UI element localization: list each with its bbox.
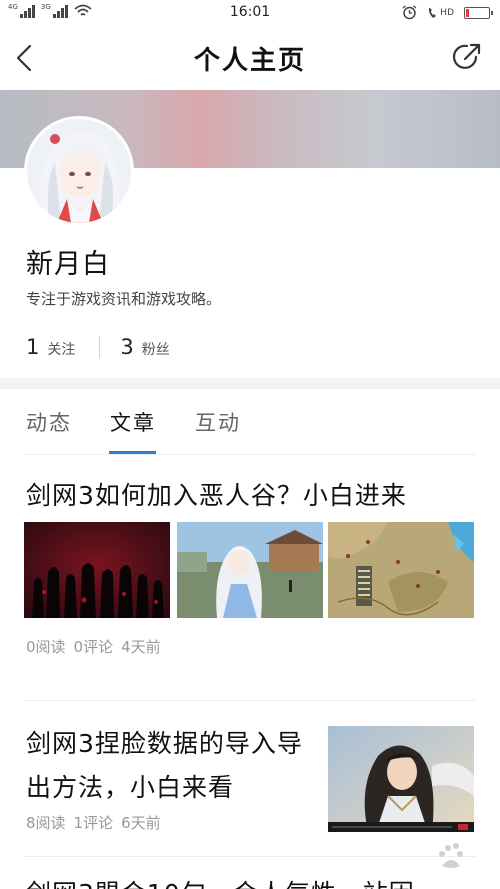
nav-bar: 个人主页 xyxy=(0,26,500,90)
post-time: 4天前 xyxy=(121,638,161,656)
status-bar: 4G 3G 16:01 HD xyxy=(0,0,500,26)
avatar[interactable] xyxy=(24,116,134,226)
profile-name: 新月白 xyxy=(26,249,110,280)
tab-dynamics[interactable]: 动态 xyxy=(26,407,72,437)
read-count: 0阅读 xyxy=(26,638,66,656)
baidu-watermark-logo xyxy=(439,843,463,868)
character-image[interactable] xyxy=(177,522,323,618)
profile-bio: 专注于游戏资讯和游戏攻略。 xyxy=(26,290,222,308)
followers-stat[interactable]: 3 粉丝 xyxy=(120,335,169,359)
silhouettes-image[interactable] xyxy=(24,522,170,618)
tab-interaction[interactable]: 互动 xyxy=(195,407,241,437)
page-title: 个人主页 xyxy=(193,46,306,76)
post-time: 6天前 xyxy=(121,814,161,832)
article-meta: 0阅读 0评论 4天前 xyxy=(26,636,169,657)
stats-divider xyxy=(99,336,101,358)
article-title[interactable]: 剑网3捏脸数据的导入导出方法，小白来看 xyxy=(26,722,316,810)
followers-count: 3 xyxy=(120,335,134,359)
alarm-icon xyxy=(402,5,417,20)
comment-count: 1评论 xyxy=(73,814,114,832)
article-divider xyxy=(24,700,476,701)
tabs-divider xyxy=(24,454,476,455)
tab-articles[interactable]: 文章 xyxy=(110,407,156,437)
following-label: 关注 xyxy=(47,342,76,358)
share-icon[interactable] xyxy=(450,40,484,74)
article-title[interactable]: 剑网3盟会10句一会人气性，站因 xyxy=(26,874,415,889)
tab-bar: 动态 文章 互动 xyxy=(0,389,500,455)
map-image[interactable] xyxy=(328,522,474,618)
article-title[interactable]: 剑网3如何加入恶人谷？小白进来 xyxy=(26,476,407,512)
battery-fill xyxy=(466,8,469,17)
article-meta: 8阅读 1评论 6天前 xyxy=(26,812,169,833)
comment-count: 0评论 xyxy=(73,638,114,656)
section-gap xyxy=(0,378,500,389)
profile-stats: 1 关注 3 粉丝 xyxy=(26,335,170,359)
hero-character-image[interactable] xyxy=(328,726,474,832)
read-count: 8阅读 xyxy=(26,814,66,832)
following-stat[interactable]: 1 关注 xyxy=(26,335,75,359)
followers-label: 粉丝 xyxy=(141,342,170,358)
battery-icon xyxy=(464,6,493,19)
avatar-image xyxy=(27,119,131,223)
volte-icon: HD xyxy=(427,7,454,19)
following-count: 1 xyxy=(26,335,40,359)
volte-label: HD xyxy=(440,7,454,18)
